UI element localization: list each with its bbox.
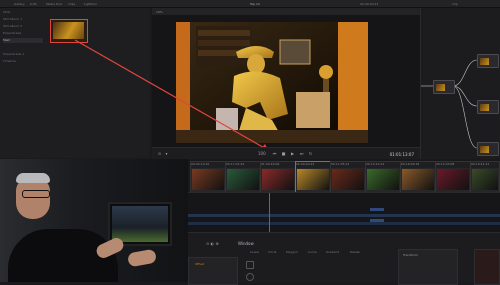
clip-thumbnail[interactable]: 00:04:10:10 xyxy=(190,161,226,193)
palette-title: Window xyxy=(238,241,254,246)
transport-zoom[interactable]: 100 xyxy=(258,151,266,156)
stop-icon[interactable]: ■ xyxy=(281,151,286,156)
skip-back-icon[interactable]: ⏮ xyxy=(272,151,277,156)
tab-linear[interactable]: Linear xyxy=(250,250,259,254)
tab-delete[interactable]: Delete xyxy=(350,250,360,254)
window-shape-circle-icon[interactable] xyxy=(246,273,254,281)
clip-timecode: 00:14:10:12 xyxy=(366,162,400,168)
window-shape-square-icon[interactable] xyxy=(246,261,254,269)
palette-tools-icon[interactable]: ⊙ ◐ ⊕ xyxy=(206,241,219,246)
clip-thumbnail-selected[interactable]: 00:00:00:23 xyxy=(295,161,331,193)
node-graph xyxy=(420,8,500,159)
tab-curve[interactable]: Curve xyxy=(308,250,317,254)
play-icon[interactable]: ▶ xyxy=(290,151,295,156)
node-02[interactable] xyxy=(477,54,499,68)
transport-timecode: 01:01:13:07 xyxy=(389,152,414,157)
clip-strip: 00:04:10:10 00:17:01:22 01:00:40:09 00:0… xyxy=(188,159,500,193)
clip-image xyxy=(192,169,224,190)
clip-timecode: 00:00:00:23 xyxy=(296,162,330,168)
tab-gradient[interactable]: Gradient xyxy=(326,250,339,254)
loop-icon[interactable]: ↻ xyxy=(308,151,313,156)
clip-timecode: 00:19:41:12 xyxy=(471,162,499,168)
clip-thumbnail[interactable]: 00:17:01:22 xyxy=(225,161,261,193)
timeline-clip xyxy=(370,208,384,211)
monitor-screen xyxy=(112,206,168,242)
softness-panel xyxy=(474,249,500,285)
chevron-down-icon[interactable]: ▾ xyxy=(164,151,169,156)
clip-timecode: 01:00:40:09 xyxy=(261,162,295,168)
clip-image xyxy=(297,169,329,190)
offset-panel: Offset xyxy=(188,257,238,285)
clip-image xyxy=(227,169,259,190)
tab-circle[interactable]: Circle xyxy=(268,250,276,254)
tab-polygon[interactable]: Polygon xyxy=(286,250,298,254)
window-palette: ⊙ ◐ ⊕ Window Linear Circle Polygon Curve… xyxy=(188,232,500,285)
node-04[interactable] xyxy=(477,142,499,156)
clip-image xyxy=(332,169,364,190)
clip-timecode: 00:12:03:08 xyxy=(436,162,470,168)
presenter-face xyxy=(16,177,50,219)
clip-timecode: 00:17:01:22 xyxy=(226,162,260,168)
skip-forward-icon[interactable]: ⏭ xyxy=(299,151,304,156)
clip-image xyxy=(367,169,399,190)
viewer-options-icon[interactable]: ⊙ xyxy=(157,151,162,156)
timeline-track xyxy=(188,222,500,225)
timeline-track xyxy=(188,214,500,217)
clip-thumbnail[interactable]: 00:18:09:18 xyxy=(400,161,436,193)
presenter-hair xyxy=(16,173,50,183)
clip-image xyxy=(437,169,469,190)
clip-thumbnail[interactable]: 00:11:05:13 xyxy=(330,161,366,193)
clip-thumbnail[interactable]: 00:19:41:12 xyxy=(470,161,500,193)
clip-timecode: 00:18:09:18 xyxy=(401,162,435,168)
clip-thumbnail[interactable]: 01:00:40:09 xyxy=(260,161,296,193)
clip-image xyxy=(262,169,294,190)
clip-timecode: 00:04:10:10 xyxy=(191,162,225,168)
mini-timeline[interactable] xyxy=(188,192,500,233)
clip-image xyxy=(472,169,498,190)
playhead[interactable] xyxy=(269,193,270,233)
clip-image xyxy=(402,169,434,190)
presenter-glasses xyxy=(22,190,50,198)
clip-thumbnail[interactable]: 00:14:10:12 xyxy=(365,161,401,193)
clip-timecode: 00:11:05:13 xyxy=(331,162,365,168)
transform-label: Transform xyxy=(403,253,418,257)
node-03[interactable] xyxy=(477,100,499,114)
transform-panel: Transform xyxy=(398,249,458,285)
offset-label: Offset xyxy=(195,262,205,266)
node-01[interactable] xyxy=(433,80,455,94)
clip-thumbnail[interactable]: 00:12:03:08 xyxy=(435,161,471,193)
webcam-overlay xyxy=(0,159,188,282)
